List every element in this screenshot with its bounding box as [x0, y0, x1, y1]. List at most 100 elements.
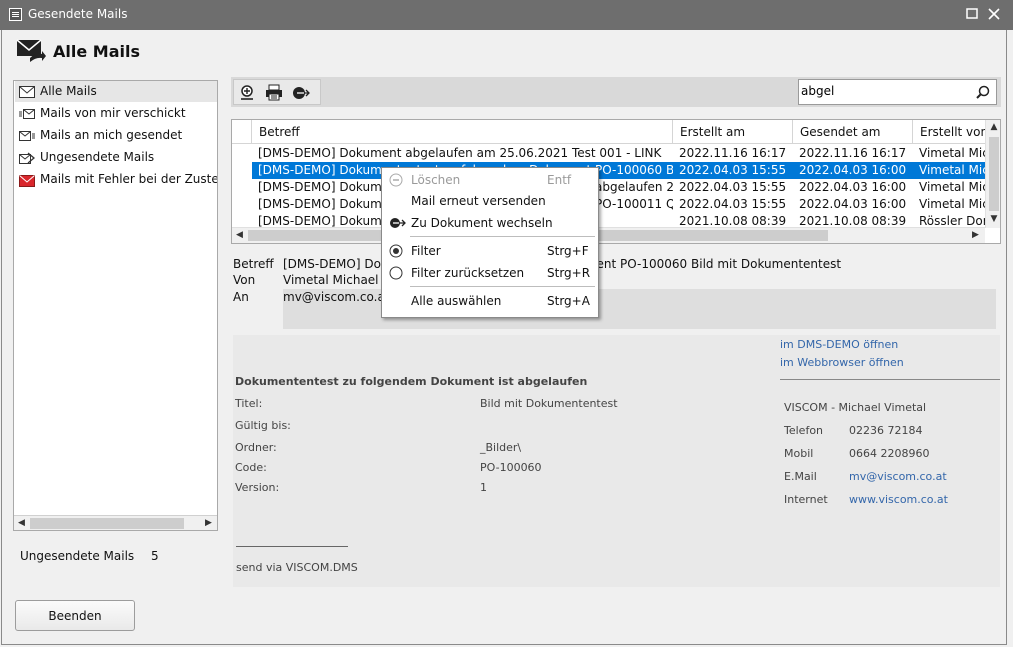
table-row[interactable]: [DMS-DEMO] Dokument abgelaufen am 25.06.…: [252, 145, 985, 162]
cell-author: Vimetal Michael: [919, 197, 985, 211]
scrollbar-thumb[interactable]: [30, 518, 184, 529]
go-to-document-button[interactable]: [292, 84, 312, 102]
to-value: mv@viscom.co.at: [283, 290, 390, 304]
field-label: Ordner:: [235, 441, 277, 454]
scroll-left-arrow-icon[interactable]: ◀: [232, 228, 247, 243]
contact-value: 0664 2208960: [849, 447, 930, 460]
open-document-button[interactable]: [238, 84, 258, 102]
cell-created: 2022.04.03 15:55: [679, 163, 787, 177]
mail-table: Betreff Erstellt am Gesendet am Erstellt…: [231, 119, 1001, 244]
field-value: Bild mit Dokumententest: [480, 397, 618, 410]
table-row-selected[interactable]: [DMS-DEMO] Dokumententest zu folgendem D…: [252, 162, 985, 179]
print-button[interactable]: [265, 84, 285, 102]
cell-author: Vimetal Michael: [919, 146, 985, 160]
menu-item-delete[interactable]: Löschen Entf: [382, 169, 598, 191]
mail-folder-list[interactable]: Alle Mails Mails von mir verschickt Mail…: [13, 80, 218, 531]
menu-separator: [410, 236, 595, 237]
menu-item-label: Filter zurücksetzen: [411, 266, 525, 280]
table-horizontal-scrollbar[interactable]: ◀ ▶: [232, 227, 985, 243]
column-header-author[interactable]: Erstellt von: [913, 120, 993, 144]
search-icon[interactable]: [976, 85, 990, 102]
contact-label: Mobil: [784, 447, 814, 460]
menu-item-label: Löschen: [411, 173, 461, 187]
cell-created: 2022.11.16 16:17: [679, 146, 787, 160]
printer-icon: [266, 84, 282, 101]
scroll-right-arrow-icon[interactable]: ▶: [201, 516, 216, 531]
open-document-icon: [241, 85, 253, 100]
cell-created: 2022.04.03 15:55: [679, 180, 787, 194]
table-row[interactable]: [DMS-DEMO] Dokumententest zu folgendem D…: [252, 179, 985, 196]
row-header-corner: [232, 120, 252, 144]
signature-divider: [236, 546, 348, 547]
menu-item-filter[interactable]: Filter Strg+F: [382, 240, 598, 262]
mail-preview: im DMS-DEMO öffnen im Webbrowser öffnen …: [233, 335, 1000, 587]
sidebar-item-unsent[interactable]: Ungesendete Mails: [15, 147, 217, 168]
sidebar-item-label: Mails mit Fehler bei der Zustellung: [40, 172, 217, 186]
menu-item-label: Mail erneut versenden: [411, 194, 546, 208]
menu-item-select-all[interactable]: Alle auswählen Strg+A: [382, 290, 598, 312]
sidebar-item-all-mails[interactable]: Alle Mails: [15, 81, 217, 102]
menu-item-shortcut: Strg+A: [547, 294, 590, 308]
menu-item-label: Filter: [411, 244, 441, 258]
sidebar-item-sent-by-me[interactable]: Mails von mir verschickt: [15, 103, 217, 124]
from-label: Von: [233, 273, 256, 287]
field-value: 1: [480, 481, 487, 494]
cell-sent: 2022.11.16 16:17: [799, 146, 907, 160]
open-in-browser-link[interactable]: im Webbrowser öffnen: [780, 356, 904, 369]
sidebar-item-delivery-errors[interactable]: Mails mit Fehler bei der Zustellung: [15, 169, 217, 190]
sidebar-item-label: Ungesendete Mails: [40, 150, 155, 164]
sidebar-item-label: Mails von mir verschickt: [40, 106, 186, 120]
table-row[interactable]: [DMS-DEMO] Dokumententest zu folgendem D…: [252, 196, 985, 213]
scroll-right-arrow-icon[interactable]: ▶: [968, 228, 983, 243]
contact-label: E.Mail: [784, 470, 817, 483]
app-icon: [9, 8, 22, 21]
close-window-button[interactable]: [986, 6, 1002, 22]
sidebar-item-label: Alle Mails: [40, 84, 97, 98]
menu-item-label: Zu Dokument wechseln: [411, 216, 553, 230]
to-label: An: [233, 290, 249, 304]
close-icon: [988, 8, 1000, 20]
table-vertical-scrollbar[interactable]: ▲ ▼: [985, 120, 1000, 228]
search-input[interactable]: [801, 82, 971, 100]
go-to-document-icon: [389, 216, 406, 230]
scroll-left-arrow-icon[interactable]: ◀: [14, 516, 29, 531]
maximize-icon: [966, 8, 978, 19]
column-header-sent[interactable]: Gesendet am: [793, 120, 913, 144]
field-label: Version:: [235, 481, 280, 494]
cell-sent: 2022.04.03 16:00: [799, 163, 907, 177]
unsent-count-value: 5: [151, 549, 159, 563]
cell-sent: 2022.04.03 16:00: [799, 180, 907, 194]
sidebar-horizontal-scrollbar[interactable]: ◀ ▶: [14, 515, 217, 530]
menu-item-shortcut: Strg+R: [547, 266, 591, 280]
sidebar-item-sent-to-me[interactable]: Mails an mich gesendet: [15, 125, 217, 146]
column-header-subject[interactable]: Betreff: [252, 120, 673, 144]
search-box: [798, 79, 997, 105]
email-link[interactable]: mv@viscom.co.at: [849, 470, 947, 483]
column-header-created[interactable]: Erstellt am: [673, 120, 793, 144]
cell-author: Vimetal Michael: [919, 163, 985, 177]
menu-item-reset-filter[interactable]: Filter zurücksetzen Strg+R: [382, 262, 598, 284]
menu-item-go-to-document[interactable]: Zu Dokument wechseln: [382, 212, 598, 234]
field-value: _Bilder\: [480, 441, 522, 454]
menu-item-label: Alle auswählen: [411, 294, 502, 308]
scrollbar-thumb[interactable]: [989, 137, 999, 211]
preview-heading: Dokumententest zu folgendem Dokument ist…: [235, 375, 588, 388]
cell-created: 2022.04.03 15:55: [679, 197, 787, 211]
contact-label: Telefon: [784, 424, 824, 437]
signature: send via VISCOM.DMS: [236, 561, 358, 574]
scroll-up-arrow-icon[interactable]: ▲: [986, 120, 1000, 135]
subject-label: Betreff: [233, 257, 274, 271]
context-menu: Löschen Entf Mail erneut versenden Zu Do…: [381, 167, 599, 318]
maximize-button[interactable]: [964, 6, 980, 22]
menu-item-resend-mail[interactable]: Mail erneut versenden: [382, 190, 598, 212]
scroll-down-arrow-icon[interactable]: ▼: [986, 212, 1000, 227]
cell-sent: 2022.04.03 16:00: [799, 197, 907, 211]
unsent-mails-icon: [19, 151, 36, 164]
website-link[interactable]: www.viscom.co.at: [849, 493, 948, 506]
cell-author: Vimetal Michael: [919, 180, 985, 194]
close-button[interactable]: Beenden: [15, 600, 135, 631]
filter-icon: [389, 244, 405, 258]
cell-subject: [DMS-DEMO] Dokument abgelaufen am 25.06.…: [258, 146, 662, 160]
open-in-dms-link[interactable]: im DMS-DEMO öffnen: [780, 338, 898, 351]
contact-value: 02236 72184: [849, 424, 923, 437]
